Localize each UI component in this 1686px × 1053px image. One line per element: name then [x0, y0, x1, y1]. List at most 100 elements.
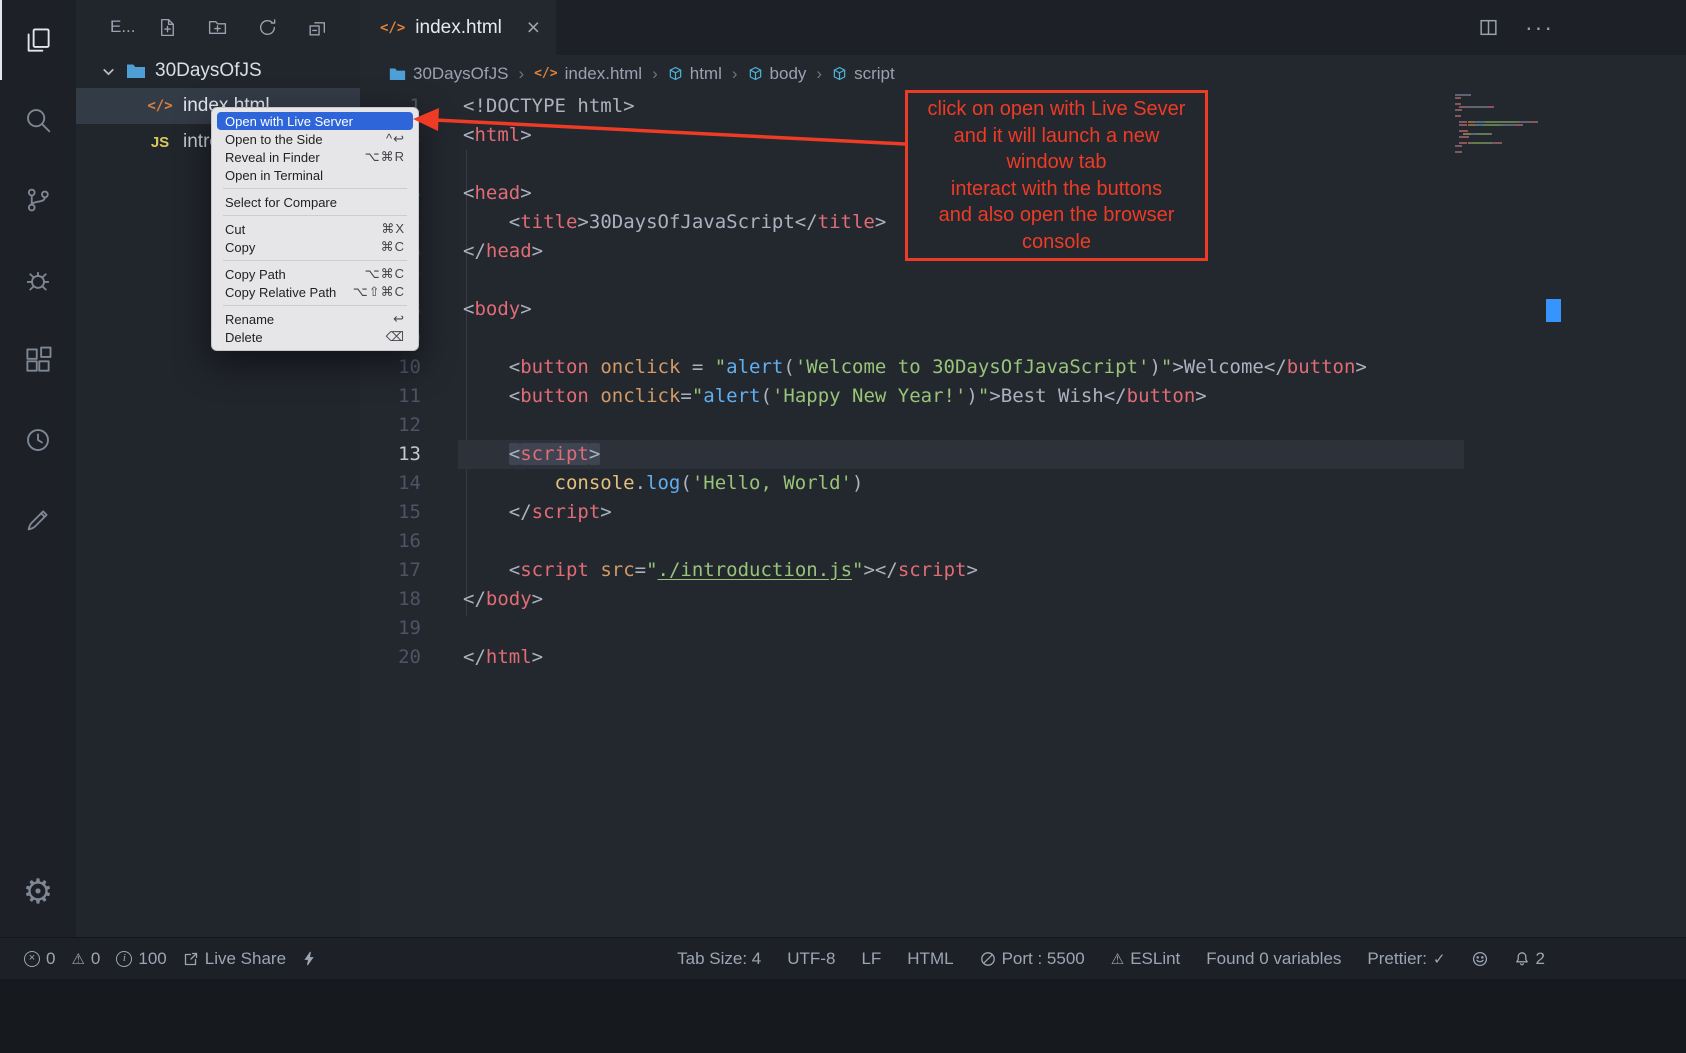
status-lf[interactable]: LF — [861, 949, 881, 969]
menu-item-open-with-live-server[interactable]: Open with Live Server — [217, 112, 413, 130]
code-line-12[interactable]: 12 — [360, 411, 1686, 440]
status-eslint[interactable]: ⚠ESLint — [1111, 949, 1181, 969]
menu-item-label: Copy Relative Path — [225, 285, 336, 300]
menu-item-cut[interactable]: Cut⌘X — [217, 220, 413, 238]
gear-icon: ⚙ — [23, 875, 53, 909]
menu-item-select-for-compare[interactable]: Select for Compare — [217, 193, 413, 211]
explorer-activity-button[interactable] — [0, 0, 76, 80]
code-token: button — [1127, 385, 1196, 407]
breadcrumb-item-index-html[interactable]: </>index.html — [534, 64, 642, 84]
line-text: </script> — [463, 498, 612, 527]
minimap-segment — [1467, 130, 1468, 132]
code-line-19[interactable]: 19 — [360, 614, 1686, 643]
status-label: UTF-8 — [787, 949, 835, 969]
feedback-activity-button[interactable] — [0, 480, 76, 560]
code-line-18[interactable]: 18</body> — [360, 585, 1686, 614]
menu-item-copy-path[interactable]: Copy Path⌥⌘C — [217, 265, 413, 283]
status-tab-size-4[interactable]: Tab Size: 4 — [677, 949, 761, 969]
code-token — [463, 356, 509, 378]
folder-row-30daysofjs[interactable]: 30DaysOfJS — [76, 54, 360, 88]
breadcrumb-item-body[interactable]: body — [748, 64, 807, 84]
extensions-activity-button[interactable] — [0, 320, 76, 400]
code-line-15[interactable]: 15 </script> — [360, 498, 1686, 527]
breadcrumb-item-script[interactable]: script — [832, 64, 895, 84]
line-text: <script> — [463, 440, 600, 469]
minimap-segment — [1460, 103, 1461, 105]
code-line-13[interactable]: 13 <script> — [360, 440, 1686, 469]
menu-item-copy[interactable]: Copy⌘C — [217, 238, 413, 256]
menu-item-open-in-terminal[interactable]: Open in Terminal — [217, 166, 413, 184]
code-line-14[interactable]: 14 console.log('Hello, World') — [360, 469, 1686, 498]
status-html[interactable]: HTML — [907, 949, 953, 969]
code-line-7[interactable]: 7 — [360, 266, 1686, 295]
menu-item-open-to-the-side[interactable]: Open to the Side^↩ — [217, 130, 413, 148]
run-debug-activity-button[interactable] — [0, 240, 76, 320]
source-control-activity-button[interactable] — [0, 160, 76, 240]
code-line-9[interactable]: 9 — [360, 324, 1686, 353]
status-0[interactable]: ⚠0 — [71, 949, 100, 969]
menu-item-delete[interactable]: Delete⌫ — [217, 328, 413, 346]
status-lightning[interactable] — [302, 951, 317, 966]
html-file-icon: </> — [380, 20, 405, 36]
minimap[interactable] — [1455, 94, 1547, 154]
status-smiley[interactable] — [1472, 951, 1488, 967]
code-token: 30DaysOfJavaScript — [589, 211, 795, 233]
menu-item-shortcut: ^↩ — [386, 131, 405, 147]
code-line-16[interactable]: 16 — [360, 527, 1686, 556]
line-text: <button onclick="alert('Happy New Year!'… — [463, 382, 1207, 411]
new-folder-icon[interactable] — [207, 17, 228, 38]
menu-item-copy-relative-path[interactable]: Copy Relative Path⌥⇧⌘C — [217, 283, 413, 301]
line-number: 17 — [360, 556, 421, 585]
history-activity-button[interactable] — [0, 400, 76, 480]
line-text: console.log('Hello, World') — [463, 469, 863, 498]
minimap-line — [1455, 133, 1547, 135]
more-actions-icon[interactable]: ··· — [1525, 14, 1554, 41]
settings-button[interactable]: ⚙ — [0, 859, 76, 925]
minimap-line — [1455, 148, 1547, 150]
status-0[interactable]: ×0 — [24, 949, 55, 969]
code-token: ./introduction.js — [658, 559, 852, 581]
collapse-folders-icon[interactable] — [307, 17, 328, 38]
menu-item-label: Open in Terminal — [225, 168, 323, 183]
code-token: 'Hello, World' — [692, 472, 852, 494]
menu-separator — [223, 305, 407, 306]
menu-item-rename[interactable]: Rename↩ — [217, 310, 413, 328]
minimap-line — [1455, 100, 1547, 102]
code-token: > — [589, 443, 600, 465]
code-token: </ — [463, 588, 486, 610]
status-live-share[interactable]: Live Share — [183, 949, 286, 969]
new-file-icon[interactable] — [157, 17, 178, 38]
status-port-5500[interactable]: Port : 5500 — [980, 949, 1085, 969]
line-text: <!DOCTYPE html> — [463, 92, 635, 121]
code-token: < — [509, 211, 520, 233]
line-number: 18 — [360, 585, 421, 614]
breadcrumb-item-html[interactable]: html — [668, 64, 722, 84]
search-activity-button[interactable] — [0, 80, 76, 160]
status-100[interactable]: i100 — [116, 949, 166, 969]
code-line-17[interactable]: 17 <script src="./introduction.js"></scr… — [360, 556, 1686, 585]
code-line-20[interactable]: 20</html> — [360, 643, 1686, 672]
code-token: > — [966, 559, 977, 581]
code-token — [463, 385, 509, 407]
breadcrumb-separator: › — [732, 64, 738, 84]
tab-close-icon[interactable]: × — [527, 16, 540, 39]
line-text: <head> — [463, 179, 532, 208]
breadcrumb-label: script — [854, 64, 895, 84]
menu-item-label: Copy Path — [225, 267, 286, 282]
code-token: " — [646, 559, 657, 581]
code-line-11[interactable]: 11 <button onclick="alert('Happy New Yea… — [360, 382, 1686, 411]
status-prettier[interactable]: Prettier:✓ — [1367, 949, 1445, 969]
breadcrumb-item-30daysofjs[interactable]: 30DaysOfJS — [389, 64, 508, 84]
split-editor-icon[interactable] — [1478, 17, 1499, 38]
status-found-0-variables[interactable]: Found 0 variables — [1206, 949, 1341, 969]
refresh-icon[interactable] — [257, 17, 278, 38]
status-2[interactable]: 2 — [1514, 949, 1545, 969]
menu-item-reveal-in-finder[interactable]: Reveal in Finder⌥⌘R — [217, 148, 413, 166]
code-token: " — [1161, 356, 1172, 378]
tab-index-html[interactable]: </> index.html × — [360, 0, 556, 55]
annotation-line: and also open the browser — [914, 202, 1199, 229]
status-label: Tab Size: 4 — [677, 949, 761, 969]
code-line-10[interactable]: 10 <button onclick = "alert('Welcome to … — [360, 353, 1686, 382]
code-line-8[interactable]: 8<body> — [360, 295, 1686, 324]
status-utf-8[interactable]: UTF-8 — [787, 949, 835, 969]
